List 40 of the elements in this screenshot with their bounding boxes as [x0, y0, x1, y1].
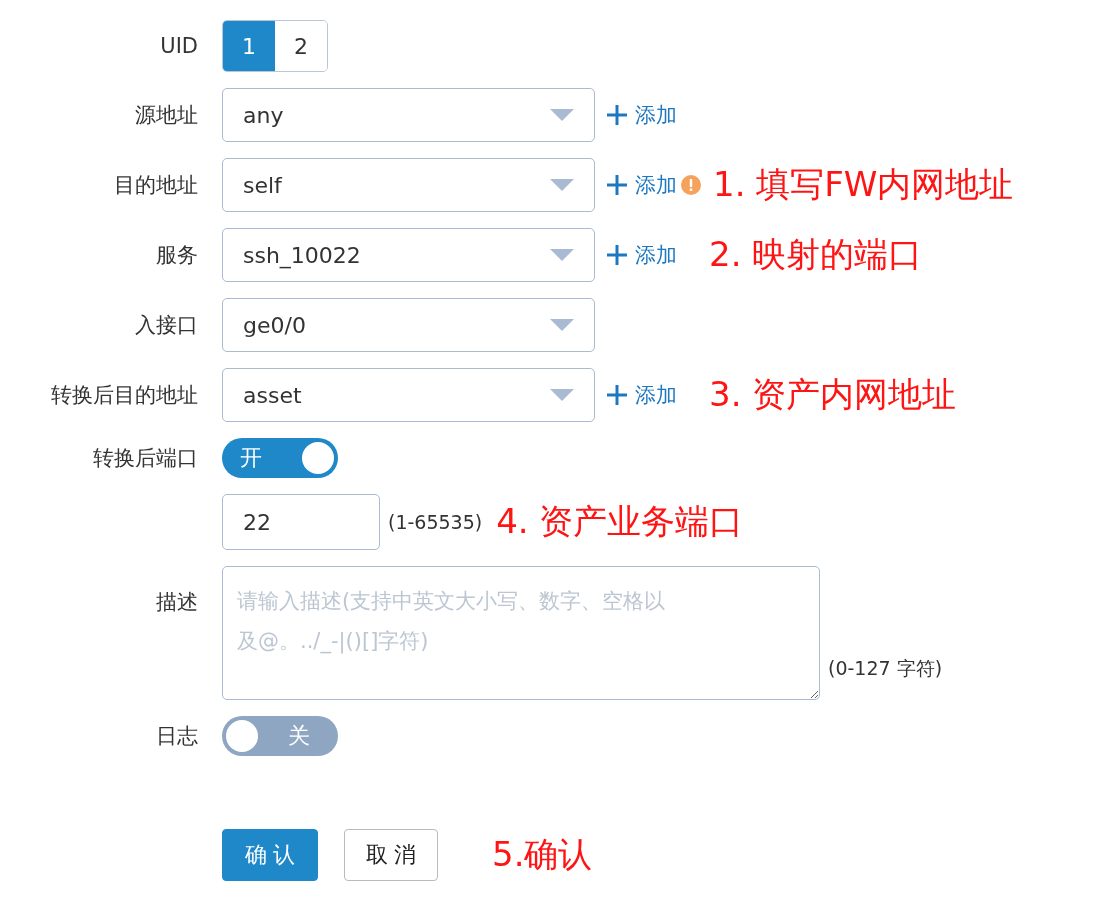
port-input[interactable]: 22	[222, 494, 380, 550]
confirm-button[interactable]: 确 认	[222, 829, 318, 881]
annotation-text: 2. 映射的端口	[709, 233, 923, 276]
length-hint: (0-127 字符)	[828, 656, 943, 681]
field-label: 服务	[155, 242, 198, 269]
select-field[interactable]: self	[222, 158, 595, 212]
field-label: 转换后目的地址	[50, 382, 198, 409]
field-label: 日志	[155, 723, 198, 750]
range-hint: (1-65535)	[388, 511, 483, 533]
description-field[interactable]: 请输入描述(支持中英文大小写、数字、空格以及@。../_-|()[]字符)	[222, 566, 820, 700]
annotation-text: 3. 资产内网地址	[709, 373, 957, 416]
field-label: 目的地址	[113, 172, 198, 199]
plus-icon	[605, 103, 629, 127]
annotation-text: 4. 资产业务端口	[496, 500, 744, 543]
annotation-text: 1. 填写FW内网地址	[713, 163, 1014, 206]
cancel-button[interactable]: 取 消	[344, 829, 438, 881]
add-link[interactable]: 添加	[601, 101, 681, 129]
field-label: 源地址	[134, 102, 198, 129]
add-link[interactable]: 添加	[601, 241, 681, 269]
dropdown-caret-icon	[550, 249, 574, 261]
select-field[interactable]: any	[222, 88, 595, 142]
plus-icon	[605, 243, 629, 267]
dropdown-caret-icon	[550, 179, 574, 191]
add-link[interactable]: 添加	[601, 381, 681, 409]
toggle-switch[interactable]: 开	[222, 438, 338, 478]
dropdown-caret-icon	[550, 109, 574, 121]
uid-option[interactable]: 1	[223, 21, 275, 71]
dropdown-caret-icon	[550, 319, 574, 331]
plus-icon	[605, 383, 629, 407]
plus-icon	[605, 173, 629, 197]
dropdown-caret-icon	[550, 389, 574, 401]
select-field[interactable]: ge0/0	[222, 298, 595, 352]
annotation-text: 5.确认	[492, 833, 593, 876]
field-label: 描述	[155, 589, 198, 616]
select-field[interactable]: ssh_10022	[222, 228, 595, 282]
select-field[interactable]: asset	[222, 368, 595, 422]
field-label: 入接口	[134, 312, 198, 339]
add-link[interactable]: 添加	[601, 171, 681, 199]
field-label: UID	[159, 34, 198, 58]
field-label: 转换后端口	[92, 445, 198, 472]
